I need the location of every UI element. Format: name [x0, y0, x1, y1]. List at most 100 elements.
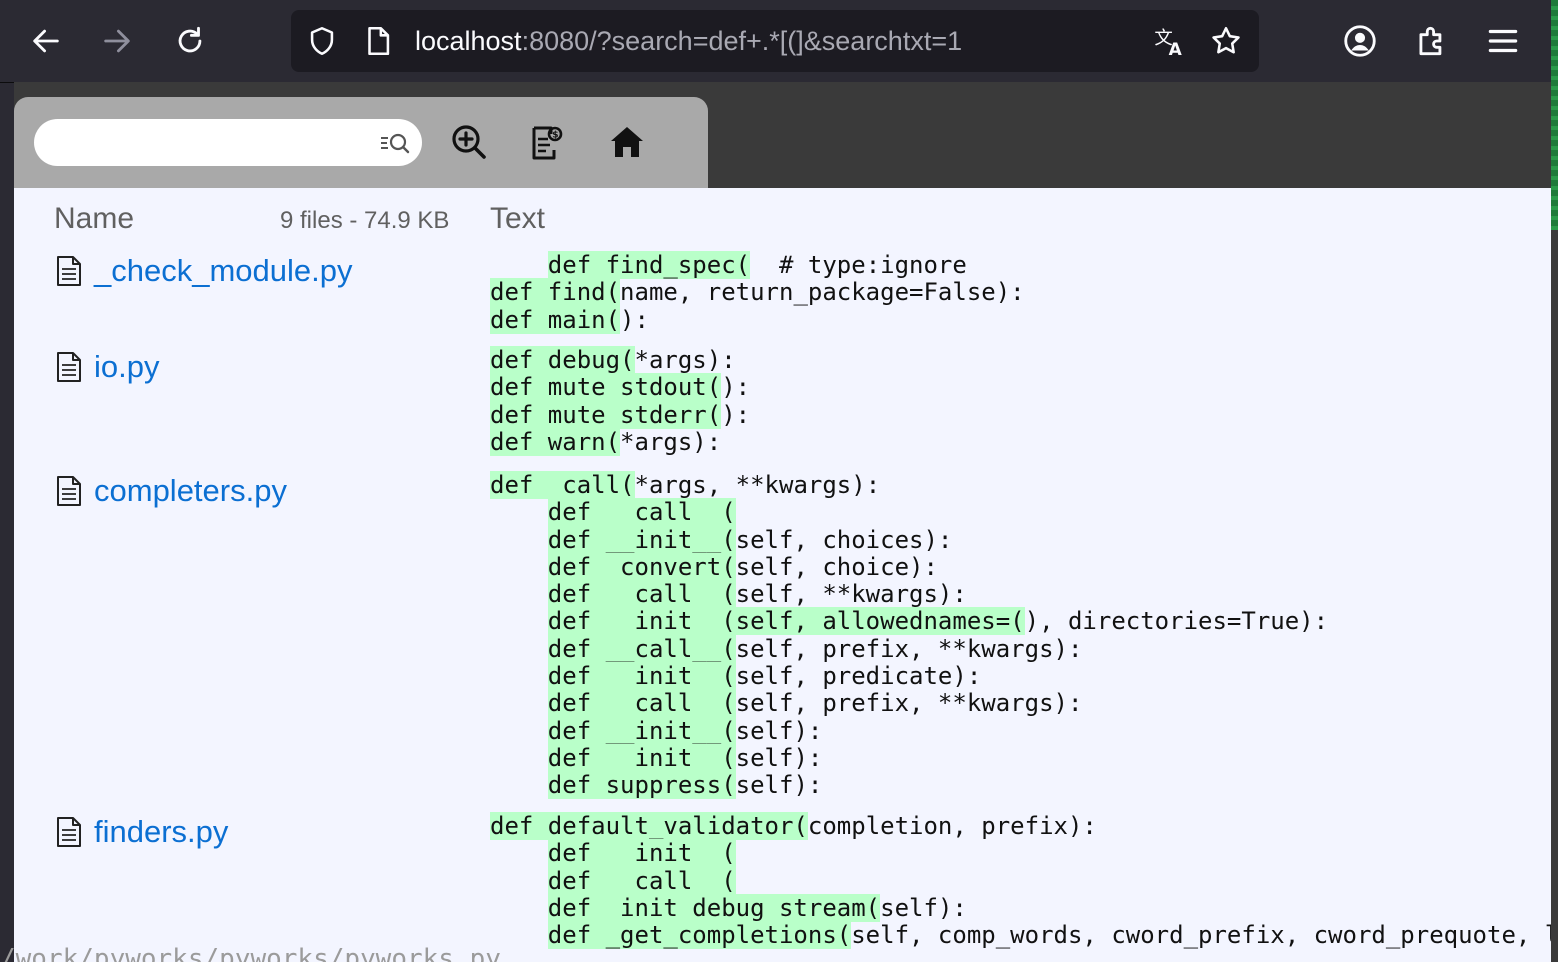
code-line: def debug(*args): — [490, 346, 750, 374]
document-search-icon[interactable]: $ — [527, 122, 567, 162]
search-input[interactable] — [34, 119, 422, 166]
code-rest: self, prefix, **kwargs): — [735, 689, 1083, 718]
match-highlight: def call ( — [547, 689, 736, 718]
code-rest: *args, **kwargs): — [634, 471, 881, 499]
url-text[interactable]: localhost:8080/?search=def+.*[(]&searcht… — [415, 26, 962, 57]
extensions-button[interactable] — [1413, 22, 1451, 60]
file-row: completers.py — [55, 473, 287, 509]
match-highlight: def find_spec( — [547, 251, 751, 279]
reload-button[interactable] — [167, 18, 213, 64]
code-rest: completion, prefix): — [807, 812, 1097, 840]
code-rest: ): — [721, 400, 751, 429]
code-line: def mute stdout(): — [490, 373, 751, 402]
code-rest: self): — [735, 716, 823, 745]
match-highlight: def convert( — [547, 552, 736, 581]
code-rest: self): — [735, 771, 823, 800]
translate-icon[interactable]: 文A — [1153, 24, 1187, 58]
code-rest: ): — [721, 373, 751, 402]
code-rest: *args): — [620, 427, 722, 456]
file-document-icon — [57, 817, 81, 847]
file-link[interactable]: io.py — [94, 349, 159, 385]
address-bar[interactable]: localhost:8080/?search=def+.*[(]&searcht… — [291, 10, 1259, 72]
match-highlight: def init ( — [547, 662, 736, 691]
file-row: _check_module.py — [55, 253, 353, 289]
zoom-in-icon[interactable] — [449, 122, 489, 162]
match-block: def find_spec( # type:ignore def find(nam… — [490, 251, 1025, 334]
code-rest: self, choice): — [735, 552, 938, 581]
star-icon[interactable] — [1209, 24, 1243, 58]
code-line: def default_validator(completion, prefix… — [490, 812, 1558, 840]
match-highlight: def suppress( — [547, 771, 736, 800]
code-line: def convert(self, choice): — [490, 552, 1328, 581]
svg-text:$: $ — [552, 131, 558, 141]
column-header-name[interactable]: Name — [54, 202, 134, 236]
match-highlight: def call ( — [547, 580, 736, 609]
forward-button[interactable] — [94, 18, 140, 64]
account-button[interactable] — [1341, 22, 1379, 60]
code-line: def init ( — [490, 839, 1558, 868]
menu-button[interactable] — [1484, 22, 1522, 60]
url-host: localhost — [415, 26, 522, 56]
code-line: def __call__(self, prefix, **kwargs): — [490, 634, 1328, 663]
match-highlight: def __init__( — [547, 716, 736, 745]
code-line: def mute stderr(): — [490, 400, 751, 429]
code-rest: self, choices): — [735, 525, 953, 554]
match-highlight: def init ( — [547, 743, 736, 772]
arrow-left-icon — [33, 29, 59, 53]
code-rest: # type:ignore — [750, 251, 967, 279]
code-line: def suppress(self): — [490, 771, 1328, 800]
column-header-text[interactable]: Text — [490, 202, 545, 236]
window-edge-strip — [1551, 0, 1558, 230]
hamburger-menu-icon — [1488, 29, 1518, 53]
svg-text:A: A — [1169, 40, 1183, 58]
match-highlight: def mute stderr( — [490, 400, 722, 429]
search-text-icon[interactable] — [378, 129, 412, 157]
code-rest: self, prefix, **kwargs): — [735, 634, 1083, 663]
status-overlay-text: /work/pyworks/pyworks/pyworks.py — [0, 944, 501, 962]
code-line: def init debug stream(self): — [490, 893, 1558, 922]
code-rest: self, comp_words, cword_prefix, cword_pr… — [851, 921, 1558, 950]
match-highlight: def init ( — [547, 839, 736, 868]
arrow-right-icon — [104, 29, 130, 53]
file-count-summary: 9 files - 74.9 KB — [280, 207, 450, 234]
scrollbar-track[interactable] — [1551, 230, 1558, 962]
match-highlight: def init (self, allowednames=( — [547, 607, 1025, 636]
file-link[interactable]: completers.py — [94, 473, 287, 509]
match-highlight: def __init__( — [547, 525, 736, 554]
match-highlight: def mute stdout( — [490, 373, 722, 402]
match-highlight: def init debug stream( — [547, 893, 881, 922]
code-line: def find(name, return_package=False): — [490, 278, 1025, 307]
file-link[interactable]: _check_module.py — [94, 253, 353, 289]
shield-icon[interactable] — [305, 24, 339, 58]
page-icon[interactable] — [361, 24, 395, 58]
code-line: def call ( — [490, 498, 1328, 527]
home-icon[interactable] — [607, 122, 647, 162]
back-button[interactable] — [23, 18, 69, 64]
code-line: def call ( — [490, 866, 1558, 895]
match-highlight: def warn( — [490, 427, 621, 456]
match-block: def default_validator(completion, prefix… — [490, 812, 1558, 950]
match-highlight: def __call__( — [547, 634, 736, 663]
code-line: def main(): — [490, 305, 1025, 334]
code-rest: *args): — [634, 346, 736, 374]
file-row: finders.py — [55, 814, 228, 850]
file-link[interactable]: finders.py — [94, 814, 228, 850]
file-document-icon — [57, 476, 81, 506]
code-rest: self): — [880, 893, 967, 922]
match-highlight: def call ( — [547, 498, 736, 527]
match-highlight: def find( — [490, 278, 621, 307]
file-document-icon — [57, 256, 81, 286]
match-highlight: def call ( — [547, 866, 736, 895]
file-document-icon — [57, 352, 81, 382]
